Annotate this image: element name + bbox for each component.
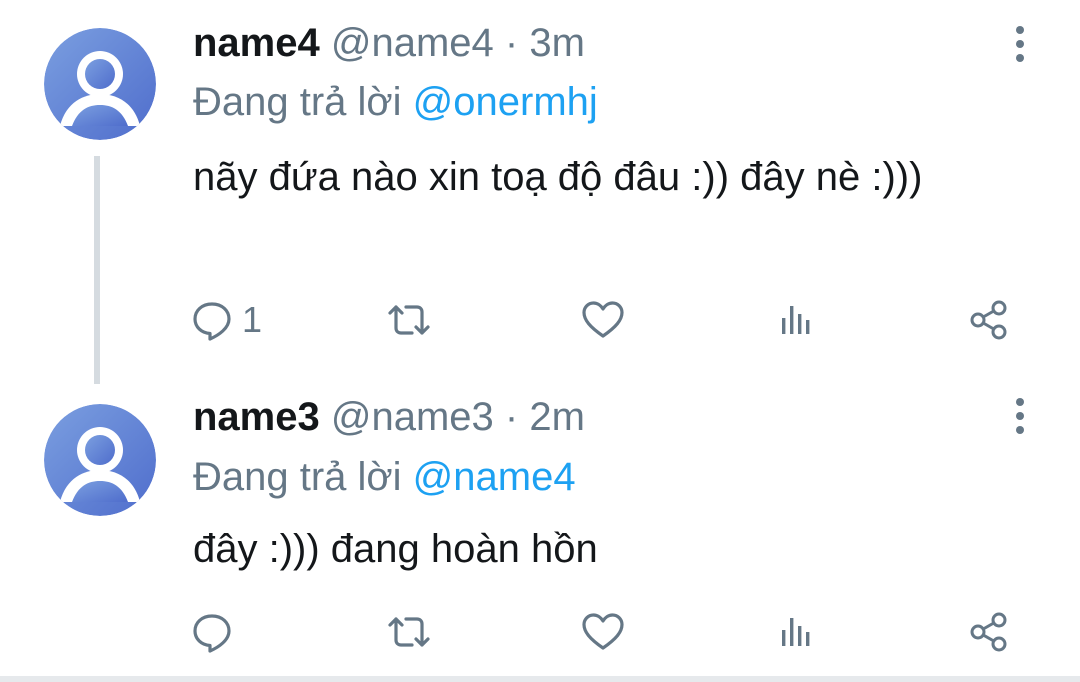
share-button[interactable]	[966, 290, 1012, 350]
timeline-thread: name4 @name4 · 3m Đang trả lời @onermhj …	[0, 0, 1080, 682]
mention-link[interactable]: @name4	[413, 455, 576, 499]
heart-icon	[582, 613, 624, 650]
tweet-card[interactable]: name4 @name4 · 3m Đang trả lời @onermhj …	[0, 0, 1080, 384]
action-bar: 1	[0, 290, 1080, 350]
avatar[interactable]	[44, 404, 156, 516]
like-button[interactable]	[580, 602, 626, 662]
share-button[interactable]	[966, 602, 1012, 662]
like-button[interactable]	[580, 290, 626, 350]
separator-dot: ·	[504, 21, 519, 65]
timestamp[interactable]: 2m	[529, 395, 585, 439]
retweet-icon	[388, 617, 430, 647]
vertical-ellipsis-icon	[1016, 26, 1024, 62]
speech-bubble-icon	[193, 614, 231, 653]
replying-to-label: Đang trả lời	[193, 455, 402, 499]
mention-link[interactable]: @onermhj	[413, 80, 598, 124]
display-name[interactable]: name3	[193, 395, 320, 439]
replying-to-label: Đang trả lời	[193, 80, 402, 124]
share-icon	[970, 300, 1007, 340]
retweet-button[interactable]	[384, 602, 434, 662]
default-user-avatar-icon	[44, 28, 156, 140]
display-name[interactable]: name4	[193, 21, 320, 65]
bar-chart-icon	[782, 306, 810, 334]
action-bar	[0, 602, 1080, 662]
retweet-icon	[388, 305, 430, 335]
more-options-button[interactable]	[1000, 394, 1040, 438]
user-handle[interactable]: @name3	[331, 395, 494, 439]
replying-to-line: Đang trả lời @name4	[193, 454, 576, 500]
separator-dot: ·	[504, 395, 519, 439]
vertical-ellipsis-icon	[1016, 398, 1024, 434]
share-icon	[970, 612, 1007, 652]
reply-button[interactable]: 1	[190, 290, 262, 350]
tweet-header: name4 @name4 · 3m	[193, 20, 585, 66]
retweet-button[interactable]	[384, 290, 434, 350]
more-options-button[interactable]	[1000, 22, 1040, 66]
timestamp[interactable]: 3m	[529, 21, 585, 65]
heart-icon	[582, 301, 624, 338]
bar-chart-icon	[782, 618, 810, 646]
tweet-card[interactable]: name3 @name3 · 2m Đang trả lời @name4 đâ…	[0, 382, 1080, 676]
tweet-text: đây :))) đang hoàn hồn	[193, 527, 598, 571]
avatar[interactable]	[44, 28, 156, 140]
tweet-text: nãy đứa nào xin toạ độ đâu :)) đây nè :)…	[193, 155, 923, 199]
replying-to-line: Đang trả lời @onermhj	[193, 79, 598, 125]
tweet-header: name3 @name3 · 2m	[193, 394, 585, 440]
analytics-button[interactable]	[774, 290, 818, 350]
reply-button[interactable]	[190, 602, 242, 662]
speech-bubble-icon	[193, 302, 231, 341]
analytics-button[interactable]	[774, 602, 818, 662]
user-handle[interactable]: @name4	[331, 21, 494, 65]
default-user-avatar-icon	[44, 404, 156, 516]
reply-count: 1	[242, 299, 263, 340]
